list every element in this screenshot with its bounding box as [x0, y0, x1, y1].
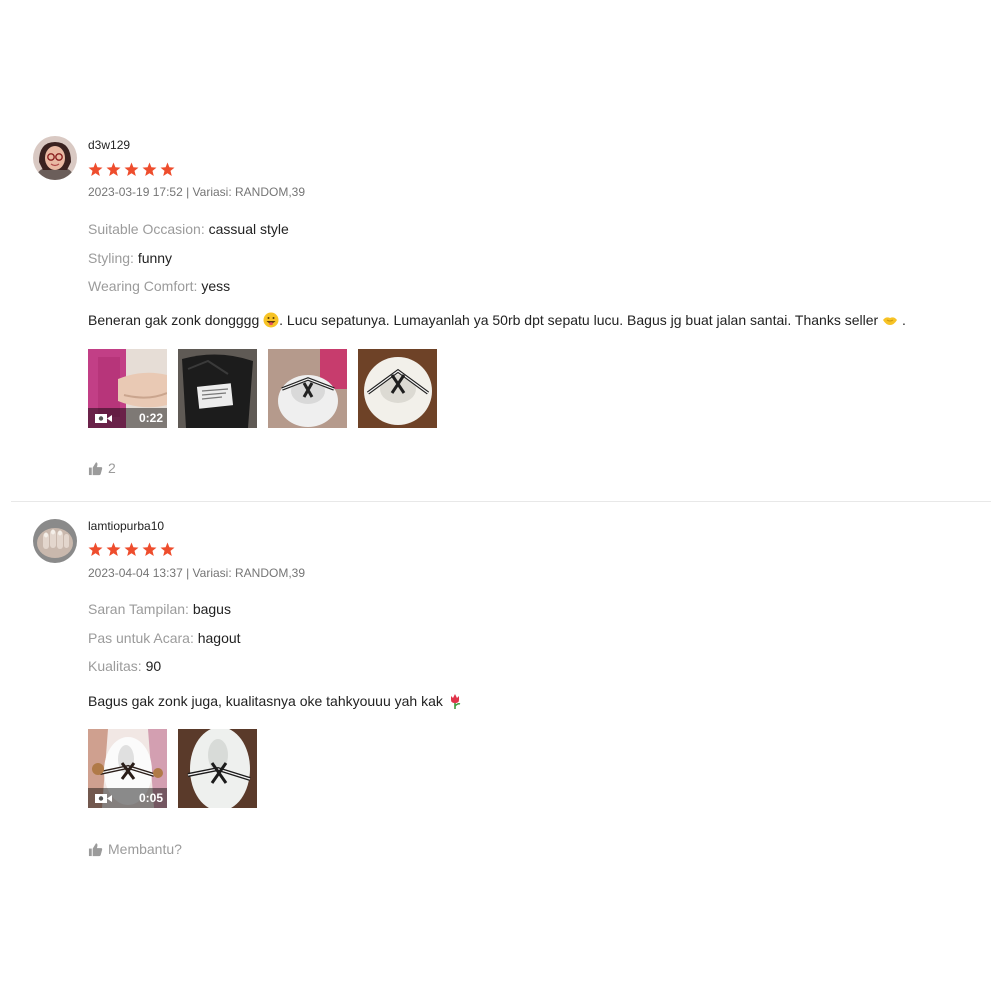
video-thumbnail[interactable]: 0:05: [88, 729, 167, 808]
attribute-row: Suitable Occasion: cassual style: [88, 219, 289, 248]
rating-stars: [88, 542, 175, 557]
attribute-label: Pas untuk Acara:: [88, 629, 194, 646]
helpful-button[interactable]: Membantu?: [88, 841, 182, 857]
review-comment: Bagus gak zonk juga, kualitasnya oke tah…: [88, 693, 463, 709]
comment-text: . Lucu sepatunya. Lumayanlah ya 50rb dpt…: [279, 312, 883, 328]
star-icon: [142, 162, 157, 176]
review-comment: Beneran gak zonk dongggg . Lucu sepatuny…: [88, 312, 906, 328]
review-attributes: Suitable Occasion: cassual style Styling…: [88, 219, 289, 305]
username[interactable]: d3w129: [88, 138, 130, 152]
review-divider: [11, 501, 991, 502]
image-thumbnail[interactable]: [358, 349, 437, 428]
video-overlay: 0:05: [88, 788, 167, 808]
avatar[interactable]: [33, 136, 77, 180]
video-camera-icon: [95, 413, 112, 423]
tulip-emoji-icon: [450, 694, 461, 709]
attribute-label: Wearing Comfort:: [88, 278, 198, 294]
review-media-list: 0:05: [88, 729, 257, 808]
attribute-value: cassual style: [208, 221, 289, 237]
avatar[interactable]: [33, 519, 77, 563]
star-icon: [160, 162, 175, 176]
username[interactable]: lamtiopurba10: [88, 519, 164, 533]
star-icon: [88, 162, 103, 176]
attribute-value: yess: [201, 278, 231, 294]
review-media-list: 0:22: [88, 349, 437, 428]
star-icon: [106, 542, 121, 556]
thumbs-up-icon: [88, 461, 103, 475]
comment-text: .: [898, 312, 906, 328]
video-camera-icon: [95, 793, 112, 803]
review-attributes: Saran Tampilan: bagus Pas untuk Acara: h…: [88, 599, 241, 685]
attribute-label: Kualitas:: [88, 658, 142, 674]
image-thumbnail[interactable]: [268, 349, 347, 428]
attribute-value: 90: [145, 658, 162, 674]
star-icon: [88, 542, 103, 556]
handshake-emoji-icon: [883, 317, 898, 325]
video-overlay: 0:22: [88, 408, 167, 428]
thumbs-up-icon: [88, 842, 103, 856]
attribute-row: Kualitas: 90: [88, 656, 241, 685]
star-icon: [142, 542, 157, 556]
image-thumbnail[interactable]: [178, 729, 257, 808]
attribute-row: Saran Tampilan: bagus: [88, 599, 241, 628]
helpful-button[interactable]: 2: [88, 460, 116, 476]
attribute-label: Saran Tampilan:: [88, 601, 189, 617]
attribute-row: Wearing Comfort: yess: [88, 276, 289, 305]
attribute-label: Styling:: [88, 249, 134, 266]
star-icon: [106, 162, 121, 176]
attribute-row: Styling: funny: [88, 248, 289, 277]
comment-text: Beneran gak zonk dongggg: [88, 312, 264, 328]
comment-text: Bagus gak zonk juga, kualitasnya oke tah…: [88, 693, 447, 709]
attribute-value: funny: [137, 249, 173, 266]
video-duration: 0:05: [138, 791, 163, 805]
image-thumbnail[interactable]: [178, 349, 257, 428]
helpful-label: Membantu?: [108, 841, 182, 857]
attribute-row: Pas untuk Acara: hagout: [88, 628, 241, 657]
star-icon: [124, 162, 139, 176]
video-thumbnail[interactable]: 0:22: [88, 349, 167, 428]
attribute-value: hagout: [197, 629, 241, 646]
review-meta: 2023-03-19 17:52 | Variasi: RANDOM,39: [88, 185, 306, 199]
attribute-label: Suitable Occasion:: [88, 221, 205, 237]
attribute-value: bagus: [192, 601, 231, 617]
grinning-tongue-emoji-icon: [263, 312, 279, 328]
video-duration: 0:22: [138, 411, 163, 425]
star-icon: [160, 542, 175, 556]
review-meta: 2023-04-04 13:37 | Variasi: RANDOM,39: [88, 566, 306, 580]
helpful-count: 2: [108, 460, 116, 476]
star-icon: [124, 542, 139, 556]
rating-stars: [88, 162, 175, 177]
